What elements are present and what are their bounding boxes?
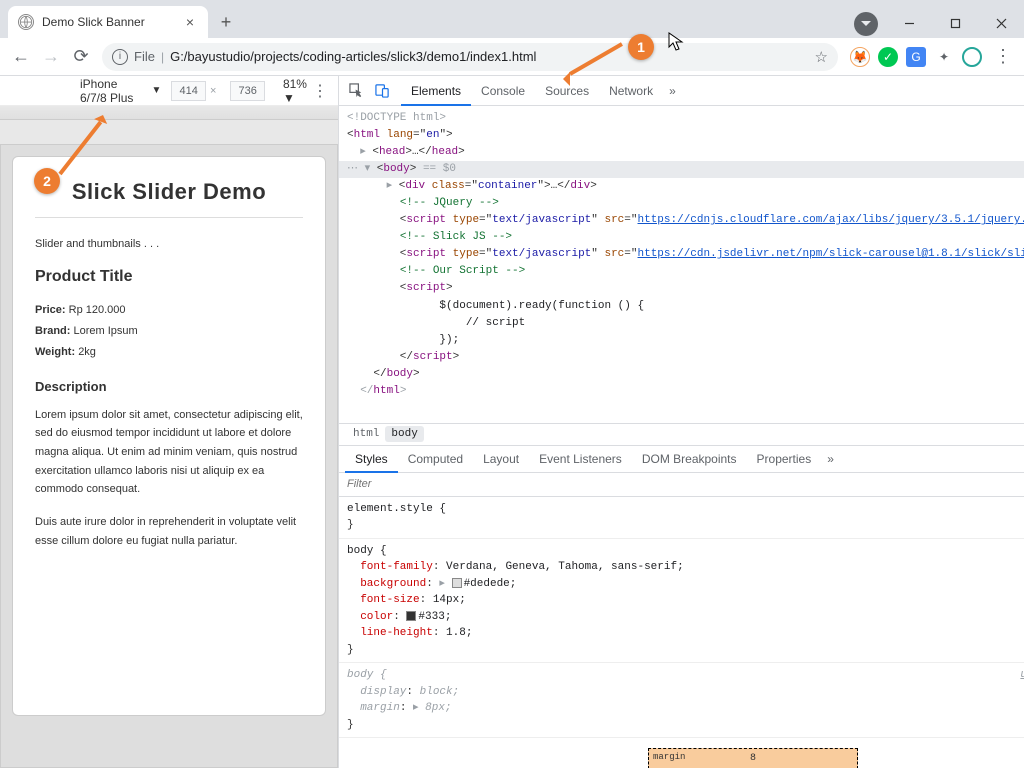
extension-icon[interactable]: ✓ (878, 47, 898, 67)
close-tab-icon[interactable]: × (182, 14, 198, 30)
profile-icon[interactable] (854, 12, 878, 36)
product-meta: Price: Rp 120.000 Brand: Lorem Ipsum Wei… (35, 300, 303, 363)
chevron-down-icon: ▼ (283, 91, 295, 105)
dom-node[interactable]: <script> (339, 280, 1024, 297)
extensions-menu-icon[interactable]: ✦ (934, 47, 954, 67)
inspect-element-icon[interactable] (343, 78, 369, 104)
tab-title: Demo Slick Banner (42, 15, 182, 29)
description-para: Duis aute irure dolor in reprehenderit i… (35, 513, 303, 550)
devtools-pane: Elements Console Sources Network » ⚙ ⋮ ✕… (339, 76, 1024, 768)
bookmark-icon[interactable]: ☆ (815, 48, 828, 66)
url-text: G:/bayustudio/projects/coding-articles/s… (170, 49, 536, 64)
css-rule-ua[interactable]: user agent stylesheet body { display: bl… (339, 663, 1024, 738)
tab-layout[interactable]: Layout (473, 445, 529, 473)
devtools-tabbar: Elements Console Sources Network » ⚙ ⋮ ✕ (339, 76, 1024, 106)
dom-comment[interactable]: <!-- Our Script --> (339, 263, 1024, 280)
browser-tab[interactable]: Demo Slick Banner × (8, 6, 208, 38)
styles-tabbar: Styles Computed Layout Event Listeners D… (339, 445, 1024, 473)
dimension-x: × (210, 85, 216, 97)
more-tabs-icon[interactable]: » (663, 84, 682, 98)
description-heading: Description (35, 379, 303, 394)
tab-elements[interactable]: Elements (401, 76, 471, 106)
tab-properties[interactable]: Properties (747, 445, 822, 473)
device-toolbar: iPhone 6/7/8 Plus ▼ 414 × 736 81% ▼ ⋮ (0, 76, 338, 106)
extension-icons: 🦊 ✓ G ✦ (844, 47, 988, 67)
url-separator: | (161, 50, 164, 64)
extension-icon[interactable] (962, 47, 982, 67)
dom-node[interactable]: <script type="text/javascript" src="http… (339, 212, 1024, 229)
close-window-button[interactable] (978, 8, 1024, 38)
browser-menu-button[interactable]: ⋮ (988, 42, 1018, 72)
more-tabs-icon[interactable]: » (821, 452, 840, 466)
dom-comment[interactable]: <!-- JQuery --> (339, 195, 1024, 212)
device-menu-button[interactable]: ⋮ (312, 81, 328, 101)
globe-icon (18, 14, 34, 30)
dom-node[interactable]: </html> (339, 383, 1024, 400)
dom-node[interactable]: </body> (339, 366, 1024, 383)
minimize-button[interactable] (886, 8, 932, 38)
back-button[interactable]: ← (6, 42, 36, 72)
dom-node[interactable]: <html lang="en"> (339, 127, 1024, 144)
device-selector[interactable]: iPhone 6/7/8 Plus ▼ (80, 77, 161, 105)
tab-console[interactable]: Console (471, 76, 535, 106)
product-title: Product Title (35, 268, 303, 286)
browser-toolbar: ← → ⟳ i File | G:/bayustudio/projects/co… (0, 38, 1024, 76)
new-tab-button[interactable]: + (212, 8, 240, 36)
dom-comment[interactable]: <!-- Slick JS --> (339, 229, 1024, 246)
dom-node[interactable]: ▸ <div class="container">…</div> (339, 178, 1024, 195)
chevron-down-icon: ▼ (151, 85, 161, 96)
annotation-callout-2: 2 (34, 168, 60, 194)
dom-text[interactable]: }); (339, 332, 1024, 349)
tab-dom-breakpoints[interactable]: DOM Breakpoints (632, 445, 747, 473)
mouse-cursor-icon (668, 32, 684, 55)
tab-computed[interactable]: Computed (398, 445, 473, 473)
device-width-input[interactable]: 414 (171, 81, 206, 101)
tab-styles[interactable]: Styles (345, 445, 398, 473)
site-info-icon[interactable]: i (112, 49, 128, 65)
device-name: iPhone 6/7/8 Plus (80, 77, 145, 105)
styles-rules[interactable]: element.style {} index1.html:13 body { f… (339, 497, 1024, 768)
dom-node[interactable]: ▸ <head>…</head> (339, 144, 1024, 161)
dom-node[interactable]: <!DOCTYPE html> (339, 110, 1024, 127)
dom-node-selected[interactable]: ⋯ ▾ <body> == $0 (339, 161, 1024, 178)
rendered-page[interactable]: Slick Slider Demo Slider and thumbnails … (12, 156, 326, 716)
extension-icon[interactable]: 🦊 (850, 47, 870, 67)
dom-node[interactable]: <script type="text/javascript" src="http… (339, 246, 1024, 263)
page-heading: Slick Slider Demo (35, 179, 303, 218)
url-scheme: File (134, 49, 155, 64)
maximize-button[interactable] (932, 8, 978, 38)
zoom-selector[interactable]: 81% ▼ (283, 77, 312, 105)
css-rule[interactable]: element.style {} (339, 497, 1024, 539)
dom-node[interactable]: </script> (339, 349, 1024, 366)
browser-titlebar: Demo Slick Banner × + (0, 0, 1024, 38)
toggle-device-icon[interactable] (369, 78, 395, 104)
tab-network[interactable]: Network (599, 76, 663, 106)
page-subtitle: Slider and thumbnails . . . (35, 238, 303, 250)
device-viewport: Slick Slider Demo Slider and thumbnails … (0, 120, 338, 768)
styles-filter-bar: :hov .cls + ⧉ (339, 473, 1024, 497)
description-para: Lorem ipsum dolor sit amet, consectetur … (35, 406, 303, 499)
address-bar[interactable]: i File | G:/bayustudio/projects/coding-a… (102, 43, 838, 71)
dom-tree[interactable]: <!DOCTYPE html> <html lang="en"> ▸ <head… (339, 106, 1024, 423)
tab-event-listeners[interactable]: Event Listeners (529, 445, 632, 473)
styles-filter-input[interactable] (347, 478, 1024, 490)
dom-text[interactable]: $(document).ready(function () { (339, 298, 1024, 315)
box-model[interactable]: margin 8 (339, 738, 1024, 768)
annotation-arrowhead (556, 72, 570, 86)
dom-breadcrumbs: html body (339, 423, 1024, 445)
forward-button[interactable]: → (36, 42, 66, 72)
annotation-callout-1: 1 (628, 34, 654, 60)
ua-source: user agent stylesheet (1020, 667, 1024, 684)
crumb-html[interactable]: html (347, 426, 385, 442)
css-rule[interactable]: index1.html:13 body { font-family: Verda… (339, 539, 1024, 664)
dom-text[interactable]: // script (339, 315, 1024, 332)
viewport-ruler (0, 106, 338, 120)
device-height-input[interactable]: 736 (230, 81, 265, 101)
device-frame: Slick Slider Demo Slider and thumbnails … (0, 144, 338, 768)
extension-icon[interactable]: G (906, 47, 926, 67)
reload-button[interactable]: ⟳ (66, 42, 96, 72)
crumb-body[interactable]: body (385, 426, 423, 442)
